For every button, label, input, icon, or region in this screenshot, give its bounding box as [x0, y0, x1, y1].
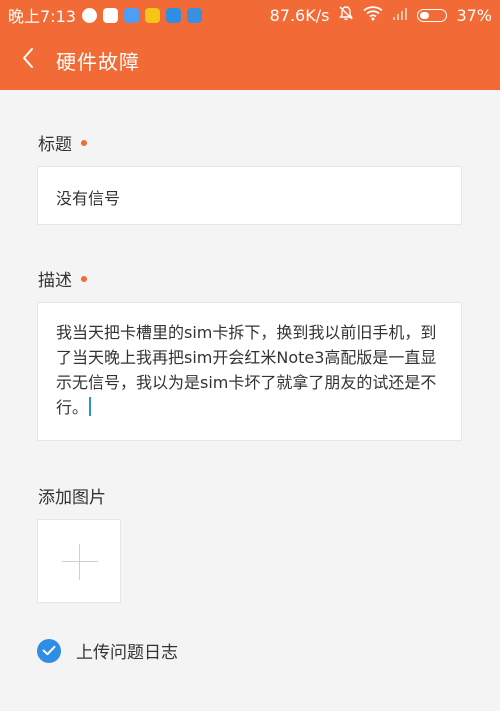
cloud-icon [123, 7, 139, 23]
toutiao-icon [102, 7, 118, 23]
battery-icon [417, 8, 448, 22]
description-text: 我当天把卡槽里的sim卡拆下，换到我以前旧手机，到了当天晚上我再把sim开会红米… [56, 320, 446, 420]
document-icon [186, 7, 202, 23]
add-image-label-text: 添加图片 [38, 488, 106, 508]
upload-log-option[interactable]: 上传问题日志 [37, 638, 178, 663]
title-label: 标题 [38, 135, 72, 155]
required-dot [81, 139, 87, 146]
upload-log-label: 上传问题日志 [76, 643, 178, 663]
required-dot [81, 275, 87, 282]
upload-log-checkbox[interactable] [37, 638, 61, 663]
app-header: 硬件故障 [0, 30, 500, 90]
title-input-value: 没有信号 [56, 189, 121, 208]
title-label-row: 标题 [38, 130, 87, 155]
battery-percent: 37% [456, 5, 492, 25]
signal-icon [392, 6, 408, 25]
message-icon [144, 7, 160, 23]
back-button[interactable] [0, 30, 56, 90]
description-textarea[interactable]: 我当天把卡槽里的sim卡拆下，换到我以前旧手机，到了当天晚上我再把sim开会红米… [37, 302, 462, 441]
mute-icon [338, 5, 354, 25]
app-icon [165, 7, 181, 23]
status-bar: 晚上7:13 87.6K/s 37% [0, 0, 500, 30]
description-label: 描述 [38, 271, 72, 291]
battery-level [420, 11, 430, 19]
page-title: 硬件故障 [56, 49, 140, 74]
qq-icon [81, 7, 97, 23]
status-time: 晚上7:13 [8, 7, 76, 26]
title-input[interactable]: 没有信号 [37, 166, 462, 225]
wifi-icon [363, 5, 384, 25]
check-icon [42, 645, 56, 656]
text-cursor [89, 397, 92, 416]
chevron-left-icon [21, 47, 35, 73]
add-image-label: 添加图片 [38, 483, 106, 508]
description-label-row: 描述 [38, 266, 87, 291]
network-speed: 87.6K/s [269, 5, 330, 25]
add-image-button[interactable] [37, 519, 121, 603]
description-value: 我当天把卡槽里的sim卡拆下，换到我以前旧手机，到了当天晚上我再把sim开会红米… [56, 323, 437, 417]
